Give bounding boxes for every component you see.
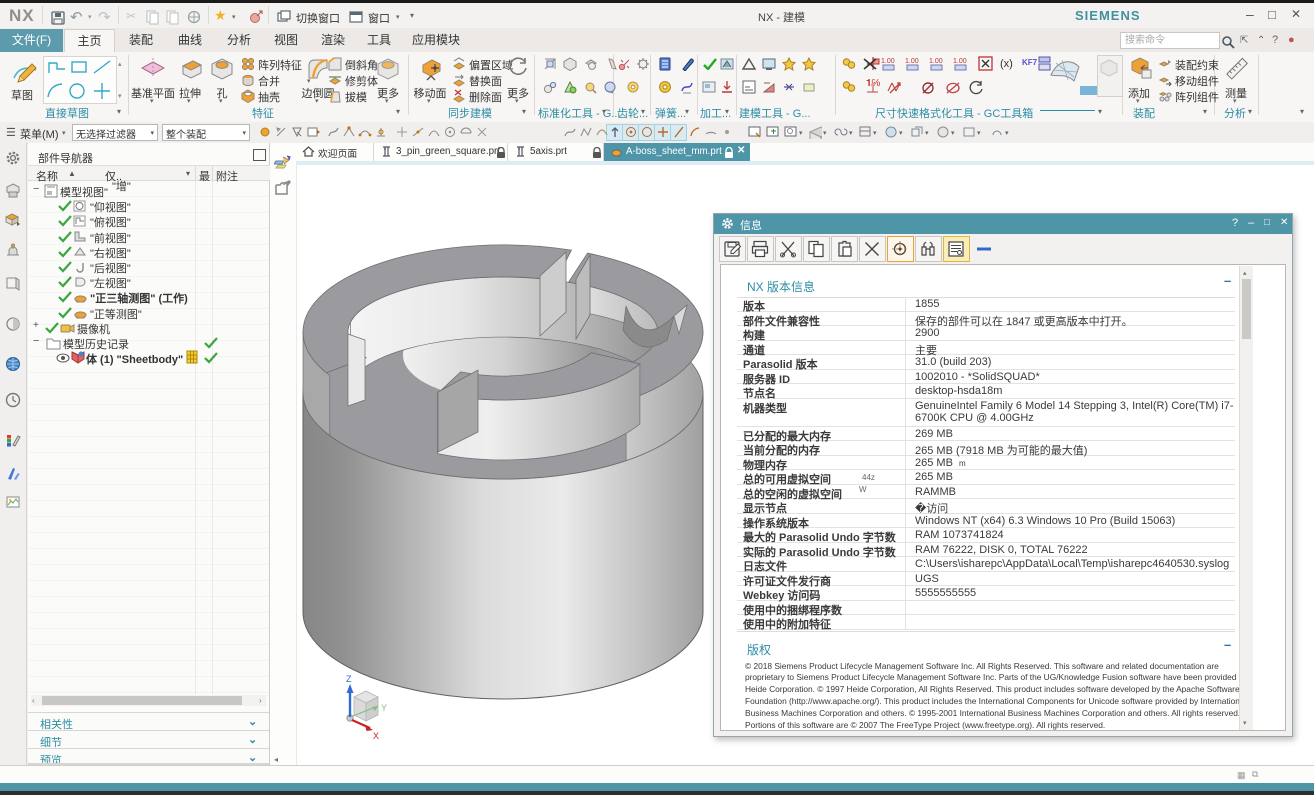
svg-text:1.00: 1.00 <box>905 58 919 65</box>
svg-text:1.00: 1.00 <box>953 58 967 65</box>
svg-text:Z: Z <box>346 674 352 684</box>
svg-text:1.00: 1.00 <box>929 58 943 65</box>
svg-text:1.00: 1.00 <box>881 58 895 65</box>
svg-text:Y: Y <box>381 703 387 713</box>
svg-text:X: X <box>373 731 379 741</box>
